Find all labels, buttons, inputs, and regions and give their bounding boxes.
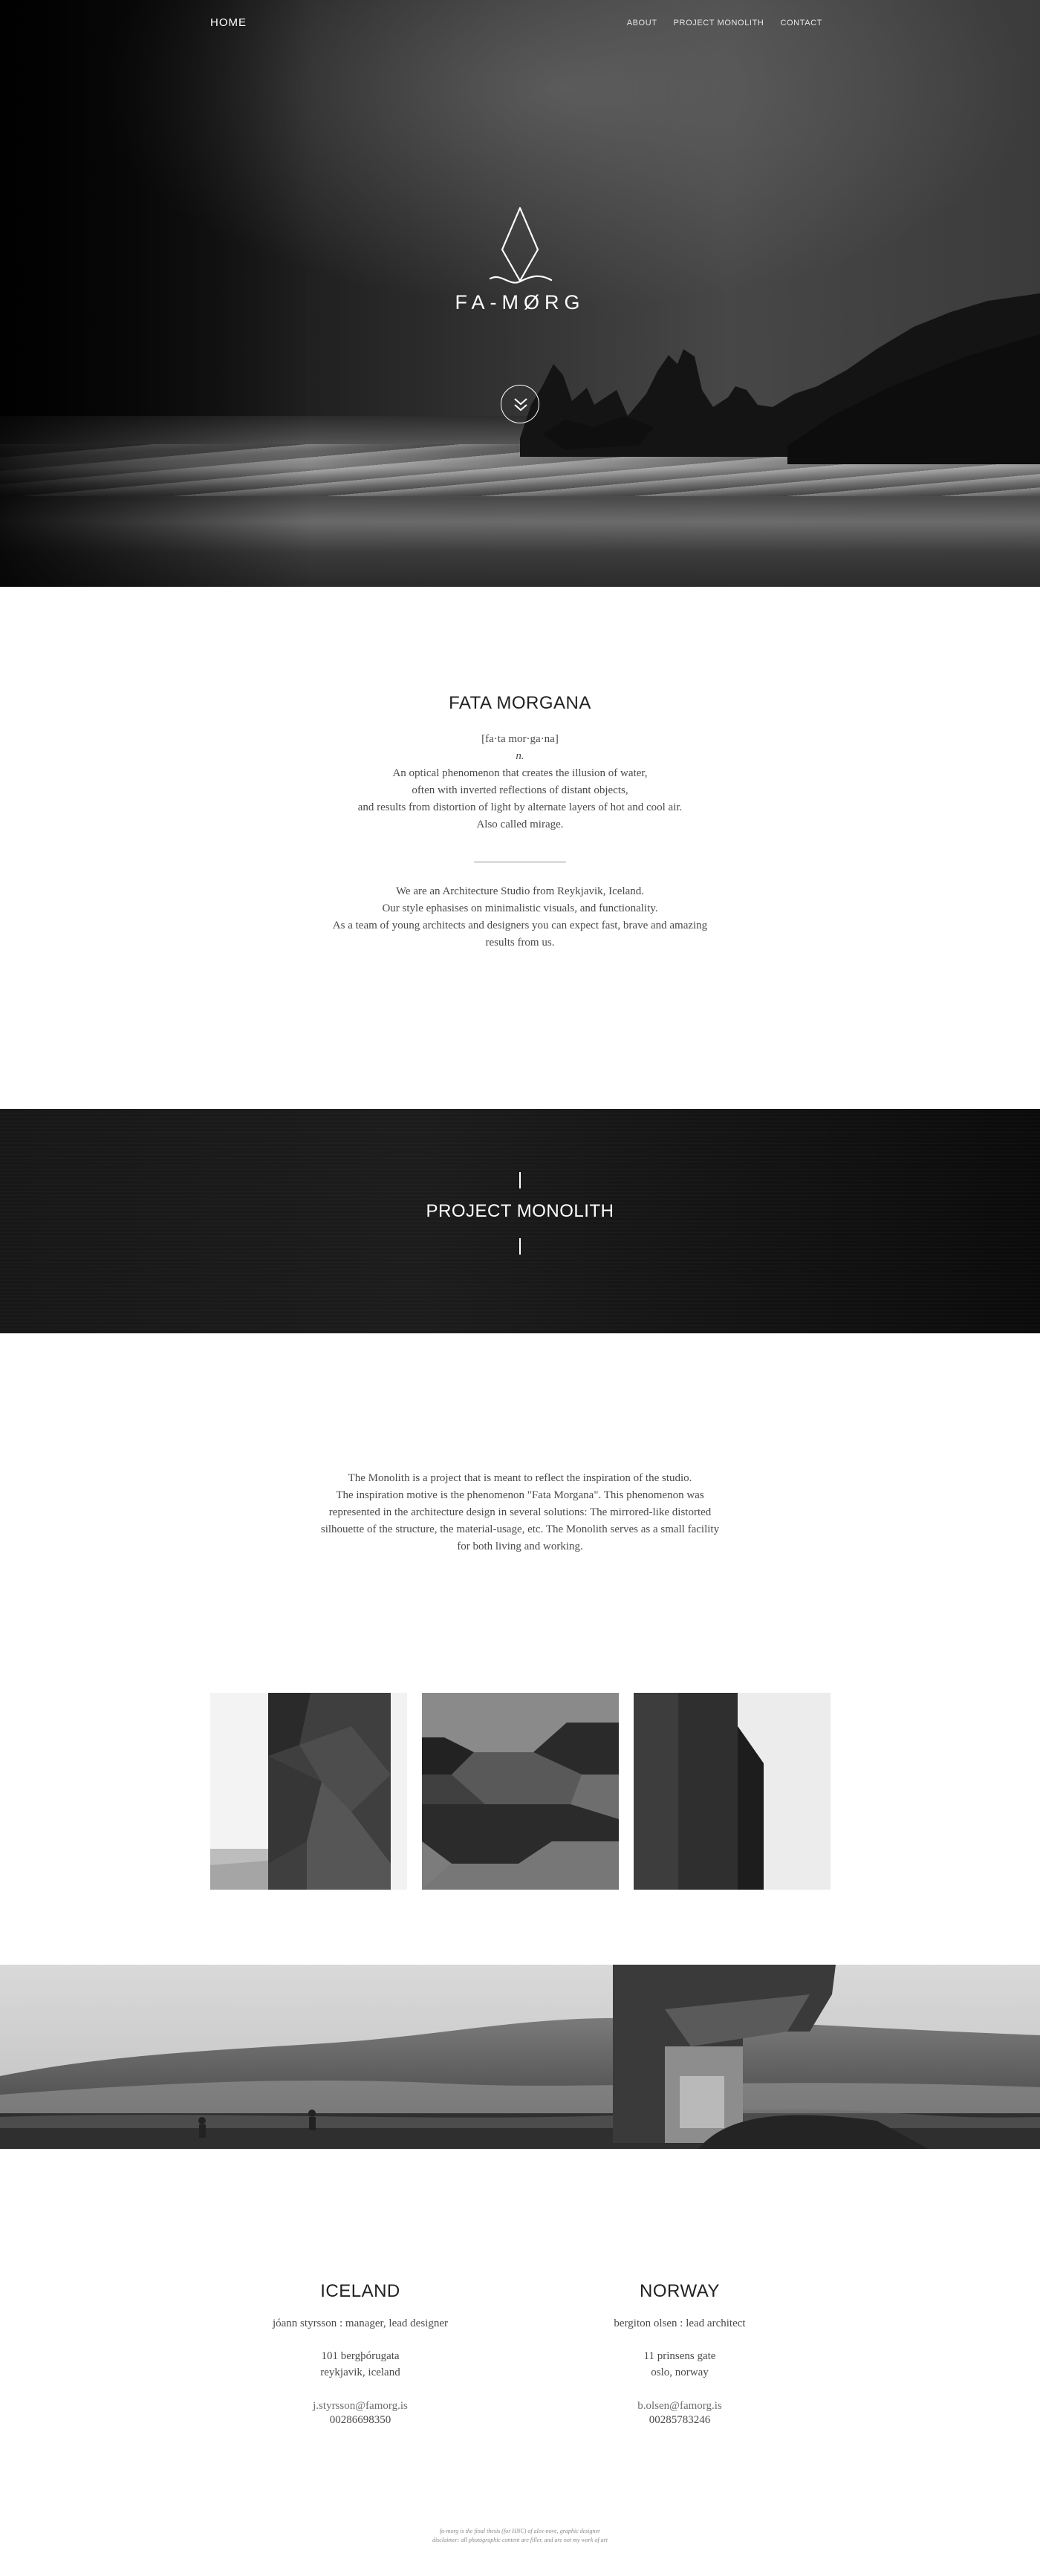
word-class: n. xyxy=(516,750,524,762)
footer-line: disclaimer: all photographic content are… xyxy=(432,2537,608,2543)
studio-description: We are an Architecture Studio from Reykj… xyxy=(0,883,1040,952)
monolith-detail-image xyxy=(422,1693,619,1890)
about-title: FATA MORGANA xyxy=(449,693,591,713)
project-description: The Monolith is a project that is meant … xyxy=(0,1470,1040,1555)
definition-line: and results from distortion of light by … xyxy=(357,801,683,813)
address-line: oslo, norway xyxy=(651,2367,709,2378)
monolith-landscape-photo xyxy=(0,1965,1040,2149)
footer-line: fa-morg is the final thesis (for HNC) of… xyxy=(439,2528,601,2534)
norway-title: NORWAY xyxy=(640,2281,720,2301)
nav-about[interactable]: ABOUT xyxy=(627,19,657,27)
banner-line-top xyxy=(519,1172,521,1188)
project-line: for both living and working. xyxy=(457,1541,583,1552)
logo-wordmark: FA-MØRG xyxy=(455,291,585,313)
iceland-phone: 00286698350 xyxy=(329,2414,391,2426)
nav-links: ABOUT PROJECT MONOLITH CONTACT xyxy=(627,19,822,27)
norway-phone: 00285783246 xyxy=(649,2414,711,2426)
definition-line: An optical phenomenon that creates the i… xyxy=(392,767,648,779)
contact-iceland: ICELAND jóann styrsson : manager, lead d… xyxy=(227,2281,494,2427)
project-line: represented in the architecture design i… xyxy=(328,1506,712,1518)
nav-project-monolith[interactable]: PROJECT MONOLITH xyxy=(674,19,764,27)
nav-home[interactable]: HOME xyxy=(210,16,247,29)
gallery-image-2[interactable] xyxy=(422,1693,619,1890)
landscape-image xyxy=(0,1965,1040,2149)
project-line: The inspiration motive is the phenomenon… xyxy=(336,1489,704,1501)
hero-section: HOME ABOUT PROJECT MONOLITH CONTACT FA-M… xyxy=(0,0,1040,587)
iceland-role: jóann styrsson : manager, lead designer xyxy=(272,2318,448,2329)
iceland-title: ICELAND xyxy=(320,2281,400,2301)
monolith-facade-image xyxy=(210,1693,407,1890)
studio-line: As a team of young architects and design… xyxy=(332,920,708,931)
nav-contact[interactable]: CONTACT xyxy=(780,19,822,27)
definition-block: [fa·ta mor·ga·na] n. An optical phenomen… xyxy=(0,731,1040,833)
project-line: The Monolith is a project that is meant … xyxy=(348,1472,692,1484)
gallery-image-1[interactable] xyxy=(210,1693,407,1890)
project-title: PROJECT MONOLITH xyxy=(426,1201,614,1221)
definition-line: often with inverted reflections of dista… xyxy=(412,784,628,796)
studio-line: We are an Architecture Studio from Reykj… xyxy=(395,885,645,897)
norway-email-link[interactable]: b.olsen@famorg.is xyxy=(546,2400,813,2413)
project-line: silhouette of the structure, the materia… xyxy=(320,1523,720,1535)
pronunciation: [fa·ta mor·ga·na] xyxy=(481,733,559,745)
address-line: 11 prinsens gate xyxy=(643,2350,716,2362)
studio-line: results from us. xyxy=(485,937,555,949)
gallery-image-3[interactable] xyxy=(634,1693,831,1890)
iceland-email-link[interactable]: j.styrsson@famorg.is xyxy=(227,2400,494,2413)
footer: fa-morg is the final thesis (for HNC) of… xyxy=(0,2527,1040,2545)
definition-line: Also called mirage. xyxy=(476,819,564,830)
scroll-down-button[interactable] xyxy=(501,385,539,423)
monolith-corner-image xyxy=(634,1693,831,1890)
banner-line-bottom xyxy=(519,1238,521,1255)
norway-address: 11 prinsens gate oslo, norway xyxy=(546,2348,813,2381)
iceland-address: 101 bergþórugata reykjavik, iceland xyxy=(227,2348,494,2381)
double-chevron-down-icon xyxy=(514,398,527,412)
norway-role: bergiton olsen : lead architect xyxy=(614,2318,746,2329)
hero-shadow xyxy=(0,0,312,587)
top-navigation: HOME ABOUT PROJECT MONOLITH CONTACT xyxy=(0,0,1040,49)
address-line: reykjavik, iceland xyxy=(320,2367,400,2378)
studio-line: Our style ephasises on minimalistic visu… xyxy=(382,902,658,914)
contact-norway: NORWAY bergiton olsen : lead architect 1… xyxy=(546,2281,813,2427)
address-line: 101 bergþórugata xyxy=(321,2350,400,2362)
